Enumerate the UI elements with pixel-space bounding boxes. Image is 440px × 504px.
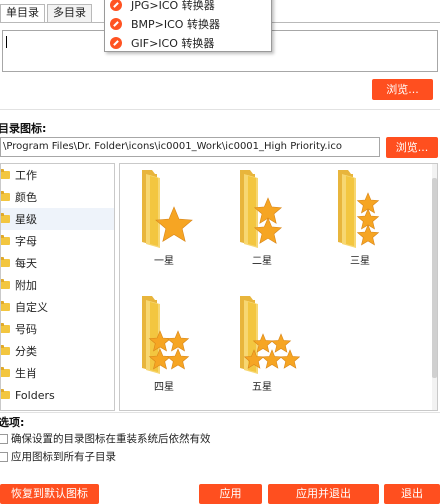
- scroll-thumb[interactable]: [432, 178, 437, 378]
- category-label: 生肖: [15, 367, 37, 380]
- icon-label: 三星: [350, 256, 370, 267]
- folder-icon: [1, 257, 10, 267]
- star-folder-icon: [240, 296, 300, 374]
- star-icon: [261, 349, 283, 369]
- category-item[interactable]: 号码: [1, 318, 114, 340]
- category-label: 星级: [15, 213, 37, 226]
- converter-icon: [110, 0, 122, 11]
- icon-label: 四星: [154, 382, 174, 393]
- converter-icon: [110, 36, 122, 49]
- folder-icon: [1, 301, 10, 311]
- scrollbar[interactable]: [432, 164, 437, 410]
- category-label: 字母: [15, 235, 37, 248]
- category-item[interactable]: 分类: [1, 340, 114, 362]
- star-folder-icon: [338, 170, 380, 248]
- category-item[interactable]: 星级: [1, 208, 114, 230]
- star-icon: [166, 348, 190, 370]
- option-apply-subdirs-label: 应用图标到所有子目录: [11, 451, 116, 463]
- menu-item-gif-ico[interactable]: GIF>ICO 转换器: [105, 33, 271, 52]
- category-label: 自定义: [15, 301, 48, 314]
- converter-menu: JPG>ICO 转换器 BMP>ICO 转换器 GIF>ICO 转换器: [104, 0, 272, 52]
- browse-directory-button[interactable]: 浏览...: [372, 79, 433, 100]
- folder-icon: [1, 345, 10, 355]
- category-label: 颜色: [15, 191, 37, 204]
- category-list[interactable]: 工作颜色星级字母每天附加自定义号码分类生肖 Folders: [0, 163, 115, 411]
- star-icon: [166, 330, 190, 352]
- apply-and-exit-button[interactable]: 应用并退出: [268, 484, 379, 504]
- text-caret: [6, 36, 7, 48]
- icon-grid[interactable]: 一星 二星 三星四星 五星: [119, 163, 438, 411]
- star-icon: [253, 217, 283, 244]
- category-label: 工作: [15, 169, 37, 182]
- divider: [0, 412, 440, 413]
- options-label: 选项:: [0, 416, 25, 429]
- star-icon: [356, 224, 380, 246]
- category-item[interactable]: 生肖: [1, 362, 114, 384]
- folder-icon: [1, 323, 10, 333]
- star-folder-icon: [142, 296, 190, 374]
- category-item[interactable]: 每天: [1, 252, 114, 274]
- menu-item-jpg-ico[interactable]: JPG>ICO 转换器: [105, 0, 271, 14]
- menu-item-label: BMP>ICO 转换器: [131, 17, 220, 31]
- browse-icon-button[interactable]: 浏览...: [386, 137, 438, 158]
- category-item[interactable]: 附加: [1, 274, 114, 296]
- category-item[interactable]: 颜色: [1, 186, 114, 208]
- star-folder-icon: [240, 170, 283, 248]
- star-icon: [155, 206, 193, 243]
- category-label: 分类: [15, 345, 37, 358]
- option-persist[interactable]: 确保设置的目录图标在重装系统后依然有效: [0, 431, 211, 446]
- tab-multi-dir[interactable]: 多目录: [47, 4, 92, 22]
- star-icon: [279, 349, 300, 369]
- divider: [0, 109, 440, 110]
- icon-cell[interactable]: 五星: [224, 292, 300, 393]
- star-icon: [270, 333, 292, 353]
- category-label: 号码: [15, 323, 37, 336]
- icon-path-input[interactable]: \Program Files\Dr. Folder\icons\ic0001_W…: [0, 137, 380, 157]
- menu-item-label: JPG>ICO 转换器: [131, 0, 215, 12]
- folder-icon: [1, 213, 10, 223]
- icon-section-label: 目录图标:: [0, 122, 47, 135]
- converter-icon: [110, 17, 122, 30]
- category-item[interactable]: Folders: [1, 384, 114, 406]
- icon-label: 二星: [252, 256, 272, 267]
- apply-button[interactable]: 应用: [199, 484, 262, 504]
- category-item[interactable]: 自定义: [1, 296, 114, 318]
- restore-default-button[interactable]: 恢复到默认图标: [0, 484, 99, 504]
- folder-icon: [1, 389, 10, 399]
- folder-icon: [1, 367, 10, 377]
- tab-bar: 单目录 多目录: [0, 4, 94, 23]
- exit-button[interactable]: 退出: [384, 484, 440, 504]
- checkbox[interactable]: [0, 433, 8, 444]
- folder-icon: [1, 191, 10, 201]
- option-persist-label: 确保设置的目录图标在重装系统后依然有效: [11, 433, 211, 445]
- category-item[interactable]: 字母: [1, 230, 114, 252]
- icon-cell[interactable]: 四星: [126, 292, 202, 393]
- folder-icon: [1, 169, 10, 179]
- tab-single-dir[interactable]: 单目录: [0, 4, 45, 23]
- category-item[interactable]: 工作: [1, 164, 114, 186]
- folder-icon: [1, 235, 10, 245]
- icon-cell[interactable]: 一星: [126, 166, 202, 267]
- checkbox[interactable]: [0, 451, 8, 462]
- folder-icon: [1, 279, 10, 289]
- star-folder-icon: [142, 170, 193, 248]
- icon-cell[interactable]: 二星: [224, 166, 300, 267]
- option-apply-subdirs[interactable]: 应用图标到所有子目录: [0, 449, 116, 464]
- icon-label: 五星: [252, 382, 272, 393]
- category-label: 附加: [15, 279, 37, 292]
- icon-label: 一星: [154, 256, 174, 267]
- category-label: 每天: [15, 257, 37, 270]
- menu-item-label: GIF>ICO 转换器: [131, 36, 215, 50]
- category-label: Folders: [15, 388, 55, 402]
- icon-cell[interactable]: 三星: [322, 166, 398, 267]
- menu-item-bmp-ico[interactable]: BMP>ICO 转换器: [105, 14, 271, 33]
